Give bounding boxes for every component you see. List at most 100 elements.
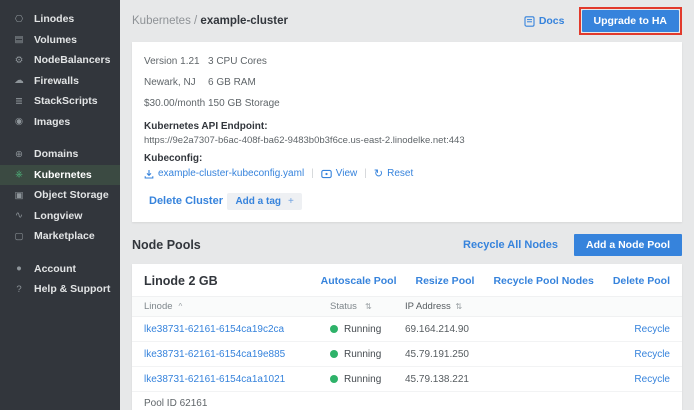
table-row: lke38731-62161-6154ca1a1021 Running 45.7… xyxy=(132,367,682,392)
table-row: lke38731-62161-6154ca19c2ca Running 69.1… xyxy=(132,317,682,342)
delete-cluster-link[interactable]: Delete Cluster xyxy=(149,195,223,207)
sidebar-item-label: Images xyxy=(34,116,70,128)
sidebar-item-marketplace[interactable]: ▢ Marketplace xyxy=(0,226,120,247)
column-label: Status xyxy=(330,301,357,312)
view-icon xyxy=(321,169,332,179)
recycle-node-link[interactable]: Recycle xyxy=(610,374,670,385)
node-link[interactable]: lke38731-62161-6154ca19c2ca xyxy=(144,324,330,335)
sidebar-group-compute: ⎔ Linodes ▤ Volumes ⚙ NodeBalancers ☁ Fi… xyxy=(0,9,120,132)
summary-ram: 6 GB RAM xyxy=(208,72,670,93)
sidebar-item-label: Marketplace xyxy=(34,230,95,242)
node-pools-header: Node Pools Recycle All Nodes Add a Node … xyxy=(132,234,682,256)
kubeconfig-filename: example-cluster-kubeconfig.yaml xyxy=(158,168,304,179)
sidebar-item-images[interactable]: ◉ Images xyxy=(0,112,120,133)
stackscripts-icon: ≣ xyxy=(13,96,25,107)
reset-icon: ↻ xyxy=(374,169,383,179)
sidebar-item-label: Linodes xyxy=(34,13,74,25)
resize-pool-link[interactable]: Resize Pool xyxy=(416,275,475,287)
marketplace-icon: ▢ xyxy=(13,231,25,242)
cluster-summary-card: Version 1.21 3 CPU Cores Newark, NJ 6 GB… xyxy=(132,42,682,222)
sidebar-item-linodes[interactable]: ⎔ Linodes xyxy=(0,9,120,30)
pool-table-header: Linode ^ Status ⇅ IP Address ⇅ xyxy=(132,296,682,317)
sidebar-item-volumes[interactable]: ▤ Volumes xyxy=(0,30,120,51)
summary-cpu: 3 CPU Cores xyxy=(208,51,670,72)
nodebalancers-icon: ⚙ xyxy=(13,55,25,66)
separator: | xyxy=(364,168,367,179)
cluster-summary-grid: Version 1.21 3 CPU Cores Newark, NJ 6 GB… xyxy=(144,51,670,114)
sidebar-item-label: StackScripts xyxy=(34,95,98,107)
sidebar-item-kubernetes[interactable]: ⎈ Kubernetes xyxy=(0,165,120,186)
sort-icon: ⇅ xyxy=(365,302,372,311)
status-label: Running xyxy=(344,374,381,385)
download-icon xyxy=(144,169,154,179)
status-label: Running xyxy=(344,324,381,335)
column-header-linode[interactable]: Linode ^ xyxy=(144,301,330,312)
summary-region: Newark, NJ xyxy=(144,72,208,93)
sidebar: ⎔ Linodes ▤ Volumes ⚙ NodeBalancers ☁ Fi… xyxy=(0,0,120,410)
header-actions: Docs Upgrade to HA xyxy=(524,7,682,35)
plus-icon: + xyxy=(288,196,294,207)
summary-price: $30.00/month xyxy=(144,93,208,114)
add-node-pool-button[interactable]: Add a Node Pool xyxy=(574,234,682,256)
pool-card-header: Linode 2 GB Autoscale Pool Resize Pool R… xyxy=(132,264,682,296)
autoscale-pool-link[interactable]: Autoscale Pool xyxy=(321,275,397,287)
status-running-icon xyxy=(330,375,338,383)
object-storage-icon: ▣ xyxy=(13,190,25,201)
sidebar-item-domains[interactable]: ⊕ Domains xyxy=(0,144,120,165)
breadcrumb-section[interactable]: Kubernetes xyxy=(132,15,191,27)
docs-label: Docs xyxy=(539,15,565,27)
sidebar-item-longview[interactable]: ∿ Longview xyxy=(0,206,120,227)
kubeconfig-view-link[interactable]: View xyxy=(321,168,358,179)
node-link[interactable]: lke38731-62161-6154ca1a1021 xyxy=(144,374,330,385)
delete-pool-link[interactable]: Delete Pool xyxy=(613,275,670,287)
sidebar-item-firewalls[interactable]: ☁ Firewalls xyxy=(0,71,120,92)
sidebar-item-stackscripts[interactable]: ≣ StackScripts xyxy=(0,91,120,112)
linodes-icon: ⎔ xyxy=(13,14,25,25)
recycle-node-link[interactable]: Recycle xyxy=(610,324,670,335)
node-link[interactable]: lke38731-62161-6154ca19e885 xyxy=(144,349,330,360)
help-icon: ? xyxy=(13,284,25,295)
status-running-icon xyxy=(330,325,338,333)
node-status: Running xyxy=(330,374,405,385)
recycle-all-nodes-link[interactable]: Recycle All Nodes xyxy=(463,239,558,251)
kubeconfig-actions: example-cluster-kubeconfig.yaml | View |… xyxy=(144,168,670,179)
separator: | xyxy=(311,168,314,179)
sidebar-item-help-support[interactable]: ? Help & Support xyxy=(0,279,120,300)
sort-icon: ⇅ xyxy=(455,302,462,311)
sidebar-item-label: Domains xyxy=(34,148,78,160)
sidebar-item-label: Help & Support xyxy=(34,283,110,295)
sidebar-item-label: Account xyxy=(34,263,76,275)
recycle-pool-nodes-link[interactable]: Recycle Pool Nodes xyxy=(493,275,593,287)
column-header-ip[interactable]: IP Address ⇅ xyxy=(405,301,610,312)
sidebar-item-account[interactable]: ● Account xyxy=(0,259,120,280)
sidebar-item-object-storage[interactable]: ▣ Object Storage xyxy=(0,185,120,206)
summary-storage: 150 GB Storage xyxy=(208,93,670,114)
node-ip: 45.79.138.221 xyxy=(405,374,610,385)
kubeconfig-download-link[interactable]: example-cluster-kubeconfig.yaml xyxy=(144,168,304,179)
summary-version: Version 1.21 xyxy=(144,51,208,72)
column-header-status[interactable]: Status ⇅ xyxy=(330,301,405,312)
docs-icon xyxy=(524,16,535,27)
domains-icon: ⊕ xyxy=(13,149,25,160)
images-icon: ◉ xyxy=(13,116,25,127)
recycle-node-link[interactable]: Recycle xyxy=(610,349,670,360)
main-content: Kubernetes / example-cluster Docs Upgrad… xyxy=(120,0,694,410)
docs-link[interactable]: Docs xyxy=(524,15,565,27)
kubeconfig-label: Kubeconfig: xyxy=(144,153,670,164)
sidebar-item-label: Volumes xyxy=(34,34,77,46)
sidebar-group-services: ⊕ Domains ⎈ Kubernetes ▣ Object Storage … xyxy=(0,144,120,247)
breadcrumb-current: example-cluster xyxy=(200,15,288,27)
table-row: lke38731-62161-6154ca19e885 Running 45.7… xyxy=(132,342,682,367)
api-endpoint-label: Kubernetes API Endpoint: xyxy=(144,121,670,132)
firewalls-icon: ☁ xyxy=(13,75,25,86)
breadcrumb: Kubernetes / example-cluster xyxy=(132,15,288,27)
longview-icon: ∿ xyxy=(13,210,25,221)
view-label: View xyxy=(336,168,358,179)
upgrade-to-ha-button[interactable]: Upgrade to HA xyxy=(582,10,680,32)
node-pools-actions: Recycle All Nodes Add a Node Pool xyxy=(463,234,682,256)
sort-asc-icon: ^ xyxy=(179,302,183,311)
highlight-box: Upgrade to HA xyxy=(579,7,683,35)
kubeconfig-reset-link[interactable]: ↻ Reset xyxy=(374,168,413,179)
add-tag-button[interactable]: Add a tag + xyxy=(227,193,301,210)
sidebar-item-nodebalancers[interactable]: ⚙ NodeBalancers xyxy=(0,50,120,71)
